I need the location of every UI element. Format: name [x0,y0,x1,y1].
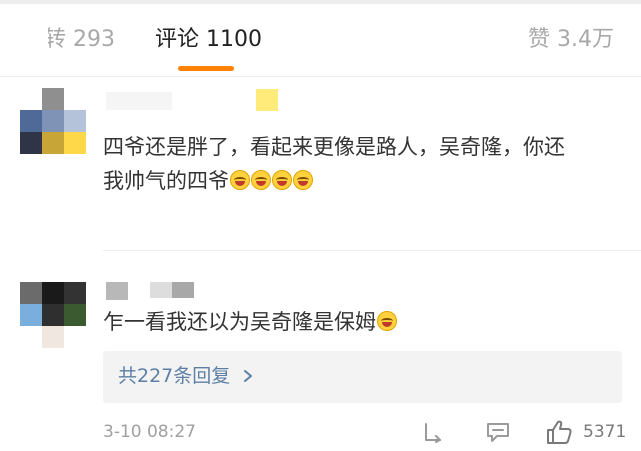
username-blurred[interactable] [106,92,172,110]
replies-preview[interactable]: 共227条回复 [103,351,622,403]
tab-comments[interactable]: 评论 1100 [155,25,262,55]
tab-likes-count: 3.4万 [557,27,615,52]
username-blurred[interactable] [172,282,194,298]
tab-likes[interactable]: 赞 3.4万 [528,25,614,55]
view-replies-link[interactable]: 共227条回复 [118,363,254,389]
laughing-tears-emoji-icon [230,170,250,190]
comment-time: 3-10 08:27 [103,422,196,442]
comment-text-line1: 乍一看我还以为吴奇隆是保姆 [103,310,376,334]
tab-comments-label: 评论 [155,27,200,52]
tab-clip [36,28,48,56]
username-blurred[interactable] [150,282,172,298]
like-count: 5371 [583,422,627,442]
comment-text: 乍一看我还以为吴奇隆是保姆 [103,305,397,339]
avatar[interactable] [20,88,86,154]
comment-text-cont: 我帅气的四爷 [103,164,313,198]
reply-icon[interactable] [422,421,444,443]
laughing-tears-emoji-icon [272,170,292,190]
tab-reposts-count: 293 [73,27,116,52]
tab-bar: 转 293 评论 1100 赞 3.4万 [0,4,641,77]
tab-likes-label: 赞 [528,27,551,52]
active-tab-indicator [178,66,234,71]
avatar[interactable] [20,282,86,348]
tab-comments-count: 1100 [206,27,263,52]
comment-icon[interactable] [485,421,511,443]
user-badge-blurred [256,89,278,111]
username-blurred[interactable] [106,282,128,300]
thumbs-up-icon[interactable] [545,419,573,445]
laughing-tears-emoji-icon [293,170,313,190]
laughing-tears-emoji-icon [251,170,271,190]
laughing-tears-emoji-icon [377,311,397,331]
tab-reposts[interactable]: 转 293 [44,25,115,55]
comment-divider [103,250,641,251]
comment-text: 四爷还是胖了，看起来更像是路人，吴奇隆，你还 [103,130,565,164]
chevron-right-icon [244,370,253,382]
replies-count: 共227条回复 [118,365,231,387]
comment-text-line2: 我帅气的四爷 [103,169,229,193]
comment-text-line1: 四爷还是胖了，看起来更像是路人，吴奇隆，你还 [103,135,565,159]
